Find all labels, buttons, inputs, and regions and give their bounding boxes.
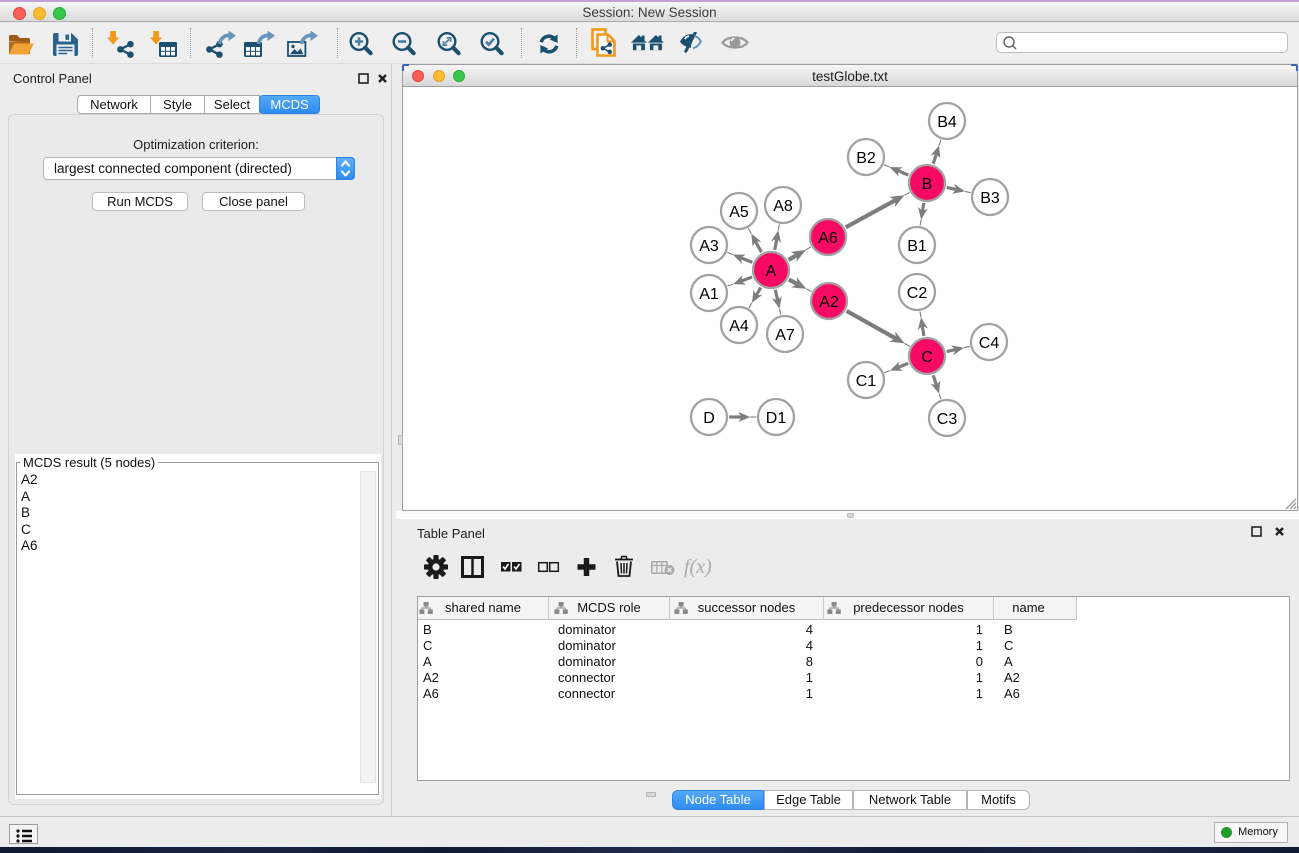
svg-text:A5: A5 (729, 204, 749, 221)
svg-text:C4: C4 (979, 335, 1000, 352)
svg-text:A6: A6 (818, 230, 838, 247)
svg-text:A: A (766, 263, 777, 280)
svg-text:A7: A7 (775, 327, 795, 344)
svg-text:D1: D1 (766, 410, 787, 427)
svg-text:B1: B1 (907, 238, 927, 255)
svg-text:B3: B3 (980, 190, 1000, 207)
svg-text:A2: A2 (819, 294, 839, 311)
svg-text:B4: B4 (937, 114, 957, 131)
svg-text:B2: B2 (856, 150, 876, 167)
svg-text:A4: A4 (729, 318, 749, 335)
svg-text:A1: A1 (699, 286, 719, 303)
svg-text:C: C (921, 349, 933, 366)
svg-text:C1: C1 (856, 373, 877, 390)
svg-text:D: D (703, 410, 715, 427)
svg-text:C3: C3 (937, 411, 958, 428)
svg-text:C2: C2 (907, 285, 928, 302)
svg-text:B: B (922, 176, 933, 193)
svg-text:A3: A3 (699, 238, 719, 255)
svg-text:A8: A8 (773, 198, 793, 215)
